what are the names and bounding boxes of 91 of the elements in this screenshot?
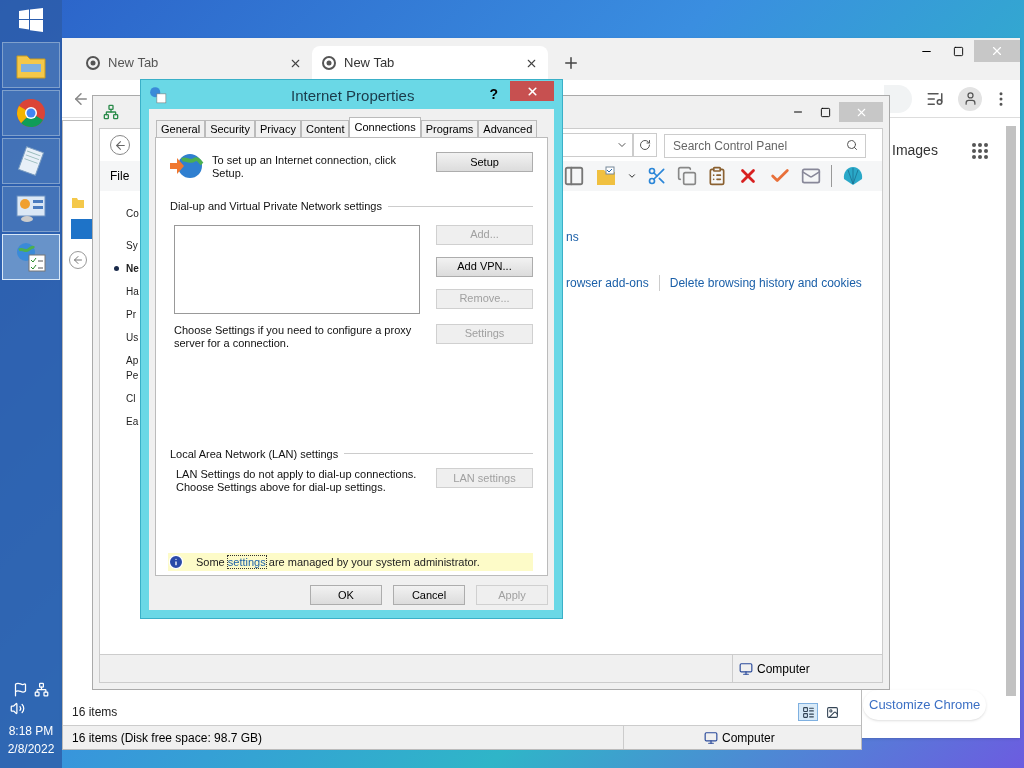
folder-icon (71, 195, 85, 209)
search-field[interactable]: Search Control Panel (664, 134, 866, 158)
dialog-title: Internet Properties (291, 86, 415, 106)
envelope-icon[interactable] (801, 166, 821, 186)
computer-icon (739, 661, 753, 676)
shell-icon[interactable] (842, 165, 864, 187)
dialog-button[interactable]: OK (310, 585, 382, 605)
globe-checklist-icon (149, 85, 167, 104)
flag-icon[interactable] (13, 682, 28, 697)
computer-icon (704, 730, 718, 745)
search-icon[interactable] (846, 139, 858, 151)
refresh-icon (639, 139, 651, 151)
sidebar-link[interactable]: Us (126, 330, 139, 345)
dialog-tab[interactable]: Privacy (254, 120, 301, 137)
dialog-button[interactable]: Add VPN... (436, 256, 533, 277)
notice-text: Some settings are managed by your system administrator. (196, 554, 480, 570)
images-link[interactable]: Images (892, 140, 938, 161)
settings-link[interactable]: settings (227, 555, 266, 568)
apps-grid-icon[interactable] (971, 142, 988, 159)
section-heading: Local Area Network (LAN) settings (170, 446, 339, 462)
network-icon (103, 104, 119, 120)
dialog-tab[interactable]: Connections (349, 117, 421, 137)
sidebar-link[interactable]: Ha (126, 284, 139, 299)
details-view-button[interactable] (798, 703, 818, 721)
browser-logo-icon (86, 56, 100, 70)
dialog-tab[interactable]: Security (205, 120, 255, 137)
speaker-icon[interactable] (9, 701, 25, 716)
close-icon (525, 84, 539, 98)
clock-date: 2/8/2022 (7, 741, 55, 758)
tab-title: New Tab (344, 54, 396, 73)
item-count: 16 items (72, 704, 118, 721)
dialog-tab[interactable]: Programs (420, 120, 479, 137)
scissors-icon[interactable] (647, 166, 667, 186)
connections-list[interactable] (174, 224, 420, 314)
windows-logo-icon[interactable] (19, 8, 43, 32)
nav-highlight (71, 219, 93, 239)
task-link[interactable]: ns (566, 230, 579, 244)
browser-tab[interactable]: New Tab (76, 46, 312, 80)
location-text: Computer (722, 729, 775, 747)
info-icon (168, 554, 184, 570)
sidebar-link[interactable]: Pr (126, 307, 136, 322)
globe-arrow-icon (170, 152, 204, 180)
setup-instructions: To set up an Internet connection, click Setup. (212, 154, 398, 180)
tab-title: New Tab (108, 54, 160, 73)
new-tab-icon[interactable] (562, 54, 580, 72)
maximize-icon[interactable] (953, 45, 964, 57)
sidebar-link[interactable]: Co (126, 206, 139, 221)
task-link[interactable]: rowser add-ons (566, 274, 649, 292)
help-button[interactable]: ? (489, 84, 498, 105)
close-icon (990, 44, 1004, 58)
sidebar-link[interactable]: Cl (126, 391, 136, 406)
proxy-instructions: Choose Settings if you need to configure a proxy server for a connection. (174, 323, 413, 350)
pane-layout-icon[interactable] (563, 165, 585, 187)
close-button[interactable] (510, 81, 554, 101)
control-panel-icon (15, 194, 47, 224)
picture-icon (825, 705, 839, 719)
lan-instructions: LAN Settings do not apply to dial-up connections. Choose Settings above for dial-up settings. (176, 468, 417, 494)
folder-check-icon[interactable] (595, 165, 617, 187)
browser-tab[interactable]: New Tab (312, 46, 548, 80)
taskbar-app-button[interactable] (2, 42, 60, 88)
notepad-icon (16, 145, 46, 177)
network-icon[interactable] (34, 682, 49, 697)
profile-avatar[interactable] (958, 86, 982, 111)
browser-icon (16, 98, 46, 128)
sidebar-link[interactable]: Sy (126, 238, 138, 253)
clock-time: 8:18 PM (8, 723, 54, 740)
dialog-button[interactable]: Cancel (393, 585, 465, 605)
status-text: 16 items (Disk free space: 98.7 GB) (71, 729, 264, 747)
taskbar-app-button[interactable] (2, 90, 60, 136)
details-list-icon (801, 705, 815, 719)
sidebar-link[interactable]: Ap Pe (126, 353, 139, 383)
location-text: Computer (757, 660, 810, 678)
dialog-tab[interactable]: Content (300, 120, 350, 137)
sidebar-link[interactable]: Ne (126, 261, 139, 276)
dropdown-icon[interactable] (627, 171, 637, 181)
refresh-button[interactable] (633, 133, 657, 157)
browser-logo-icon (322, 56, 336, 70)
clipboard-icon[interactable] (707, 166, 727, 186)
sidebar-link[interactable]: Ea (126, 414, 139, 429)
section-heading: Dial-up and Virtual Private Network settings (170, 199, 382, 214)
dialog-button[interactable]: Setup (436, 152, 533, 172)
taskbar-app-button[interactable] (2, 138, 60, 184)
maximize-icon[interactable] (820, 106, 831, 118)
globe-checklist-icon (15, 241, 47, 273)
dialog-tab[interactable]: General (156, 120, 206, 137)
dialog-tab[interactable]: Advanced (478, 120, 538, 137)
copy-icon[interactable] (677, 166, 697, 186)
task-link[interactable]: Delete browsing history and cookies (669, 274, 862, 292)
taskbar-app-button[interactable] (2, 186, 60, 232)
menu-item[interactable]: File (110, 167, 130, 185)
customize-chrome-button[interactable]: Customize Chrome (863, 690, 987, 720)
